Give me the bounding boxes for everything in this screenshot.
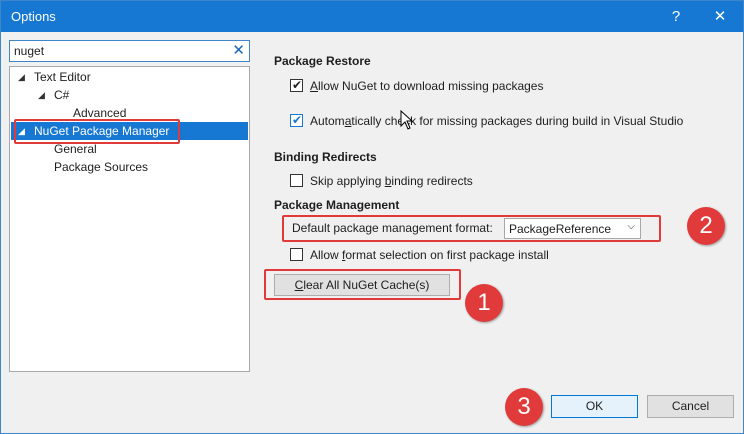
format-select-value: PackageReference xyxy=(509,222,612,236)
expanded-arrow-icon[interactable]: ◢ xyxy=(18,122,25,140)
binding-redirects-heading: Binding Redirects xyxy=(274,150,377,164)
options-dialog: Options ? ✕ ✕ ◢ Text Editor ◢ C# Advance… xyxy=(0,0,744,434)
tree-item-label: Advanced xyxy=(73,106,127,120)
step-badge-2: 2 xyxy=(687,207,725,245)
allow-download-checkbox[interactable]: ✔ xyxy=(290,78,303,92)
tree-item-label: NuGet Package Manager xyxy=(34,124,170,138)
tree-item-nuget-package-manager[interactable]: ◢ NuGet Package Manager xyxy=(11,122,248,140)
ok-button[interactable]: OK xyxy=(551,395,638,418)
check-icon: ✔ xyxy=(292,78,303,92)
package-management-heading: Package Management xyxy=(274,198,400,212)
check-icon: ✔ xyxy=(292,113,303,127)
expanded-arrow-icon[interactable]: ◢ xyxy=(38,86,45,104)
close-button[interactable]: ✕ xyxy=(699,1,741,32)
help-button[interactable]: ? xyxy=(655,1,697,32)
search-box: ✕ xyxy=(9,40,250,62)
search-input[interactable] xyxy=(14,43,224,59)
window-title: Options xyxy=(11,9,56,24)
tree-item-label: Package Sources xyxy=(54,160,149,174)
tree-item-general[interactable]: General xyxy=(54,140,97,158)
allow-format-label: Allow format selection on first package … xyxy=(310,248,549,262)
tree-item-label: C# xyxy=(54,88,70,102)
tree-item-package-sources[interactable]: Package Sources xyxy=(54,158,148,176)
tree-item-label: General xyxy=(54,142,97,156)
format-row: Default package management format: Packa… xyxy=(282,216,655,240)
package-restore-heading: Package Restore xyxy=(274,54,371,68)
allow-format-checkbox[interactable] xyxy=(290,248,303,261)
skip-binding-label: Skip applying binding redirects xyxy=(310,174,473,188)
skip-binding-checkbox[interactable] xyxy=(290,174,303,187)
clear-search-icon[interactable]: ✕ xyxy=(232,42,245,60)
allow-download-label: Allow NuGet to download missing packages xyxy=(310,79,544,93)
format-label: Default package management format: xyxy=(292,221,493,235)
step-badge-1: 1 xyxy=(465,284,503,322)
chevron-down-icon: ⌵ xyxy=(627,221,635,232)
cancel-button[interactable]: Cancel xyxy=(647,395,734,418)
clear-cache-button[interactable]: Clear All NuGet Cache(s) xyxy=(274,274,450,296)
auto-check-checkbox[interactable]: ✔ xyxy=(290,113,303,127)
expanded-arrow-icon[interactable]: ◢ xyxy=(18,68,25,86)
tree-item-label: Text Editor xyxy=(34,70,91,84)
tree-item-advanced[interactable]: Advanced xyxy=(73,104,126,122)
mouse-cursor-icon xyxy=(400,110,414,130)
auto-check-label: Automatically check for missing packages… xyxy=(310,114,684,128)
format-select[interactable]: PackageReference ⌵ xyxy=(504,218,641,239)
step-badge-3: 3 xyxy=(505,388,543,426)
title-bar: Options ? ✕ xyxy=(1,1,743,32)
options-tree: ◢ Text Editor ◢ C# Advanced ◢ NuGet Pack… xyxy=(9,66,250,372)
